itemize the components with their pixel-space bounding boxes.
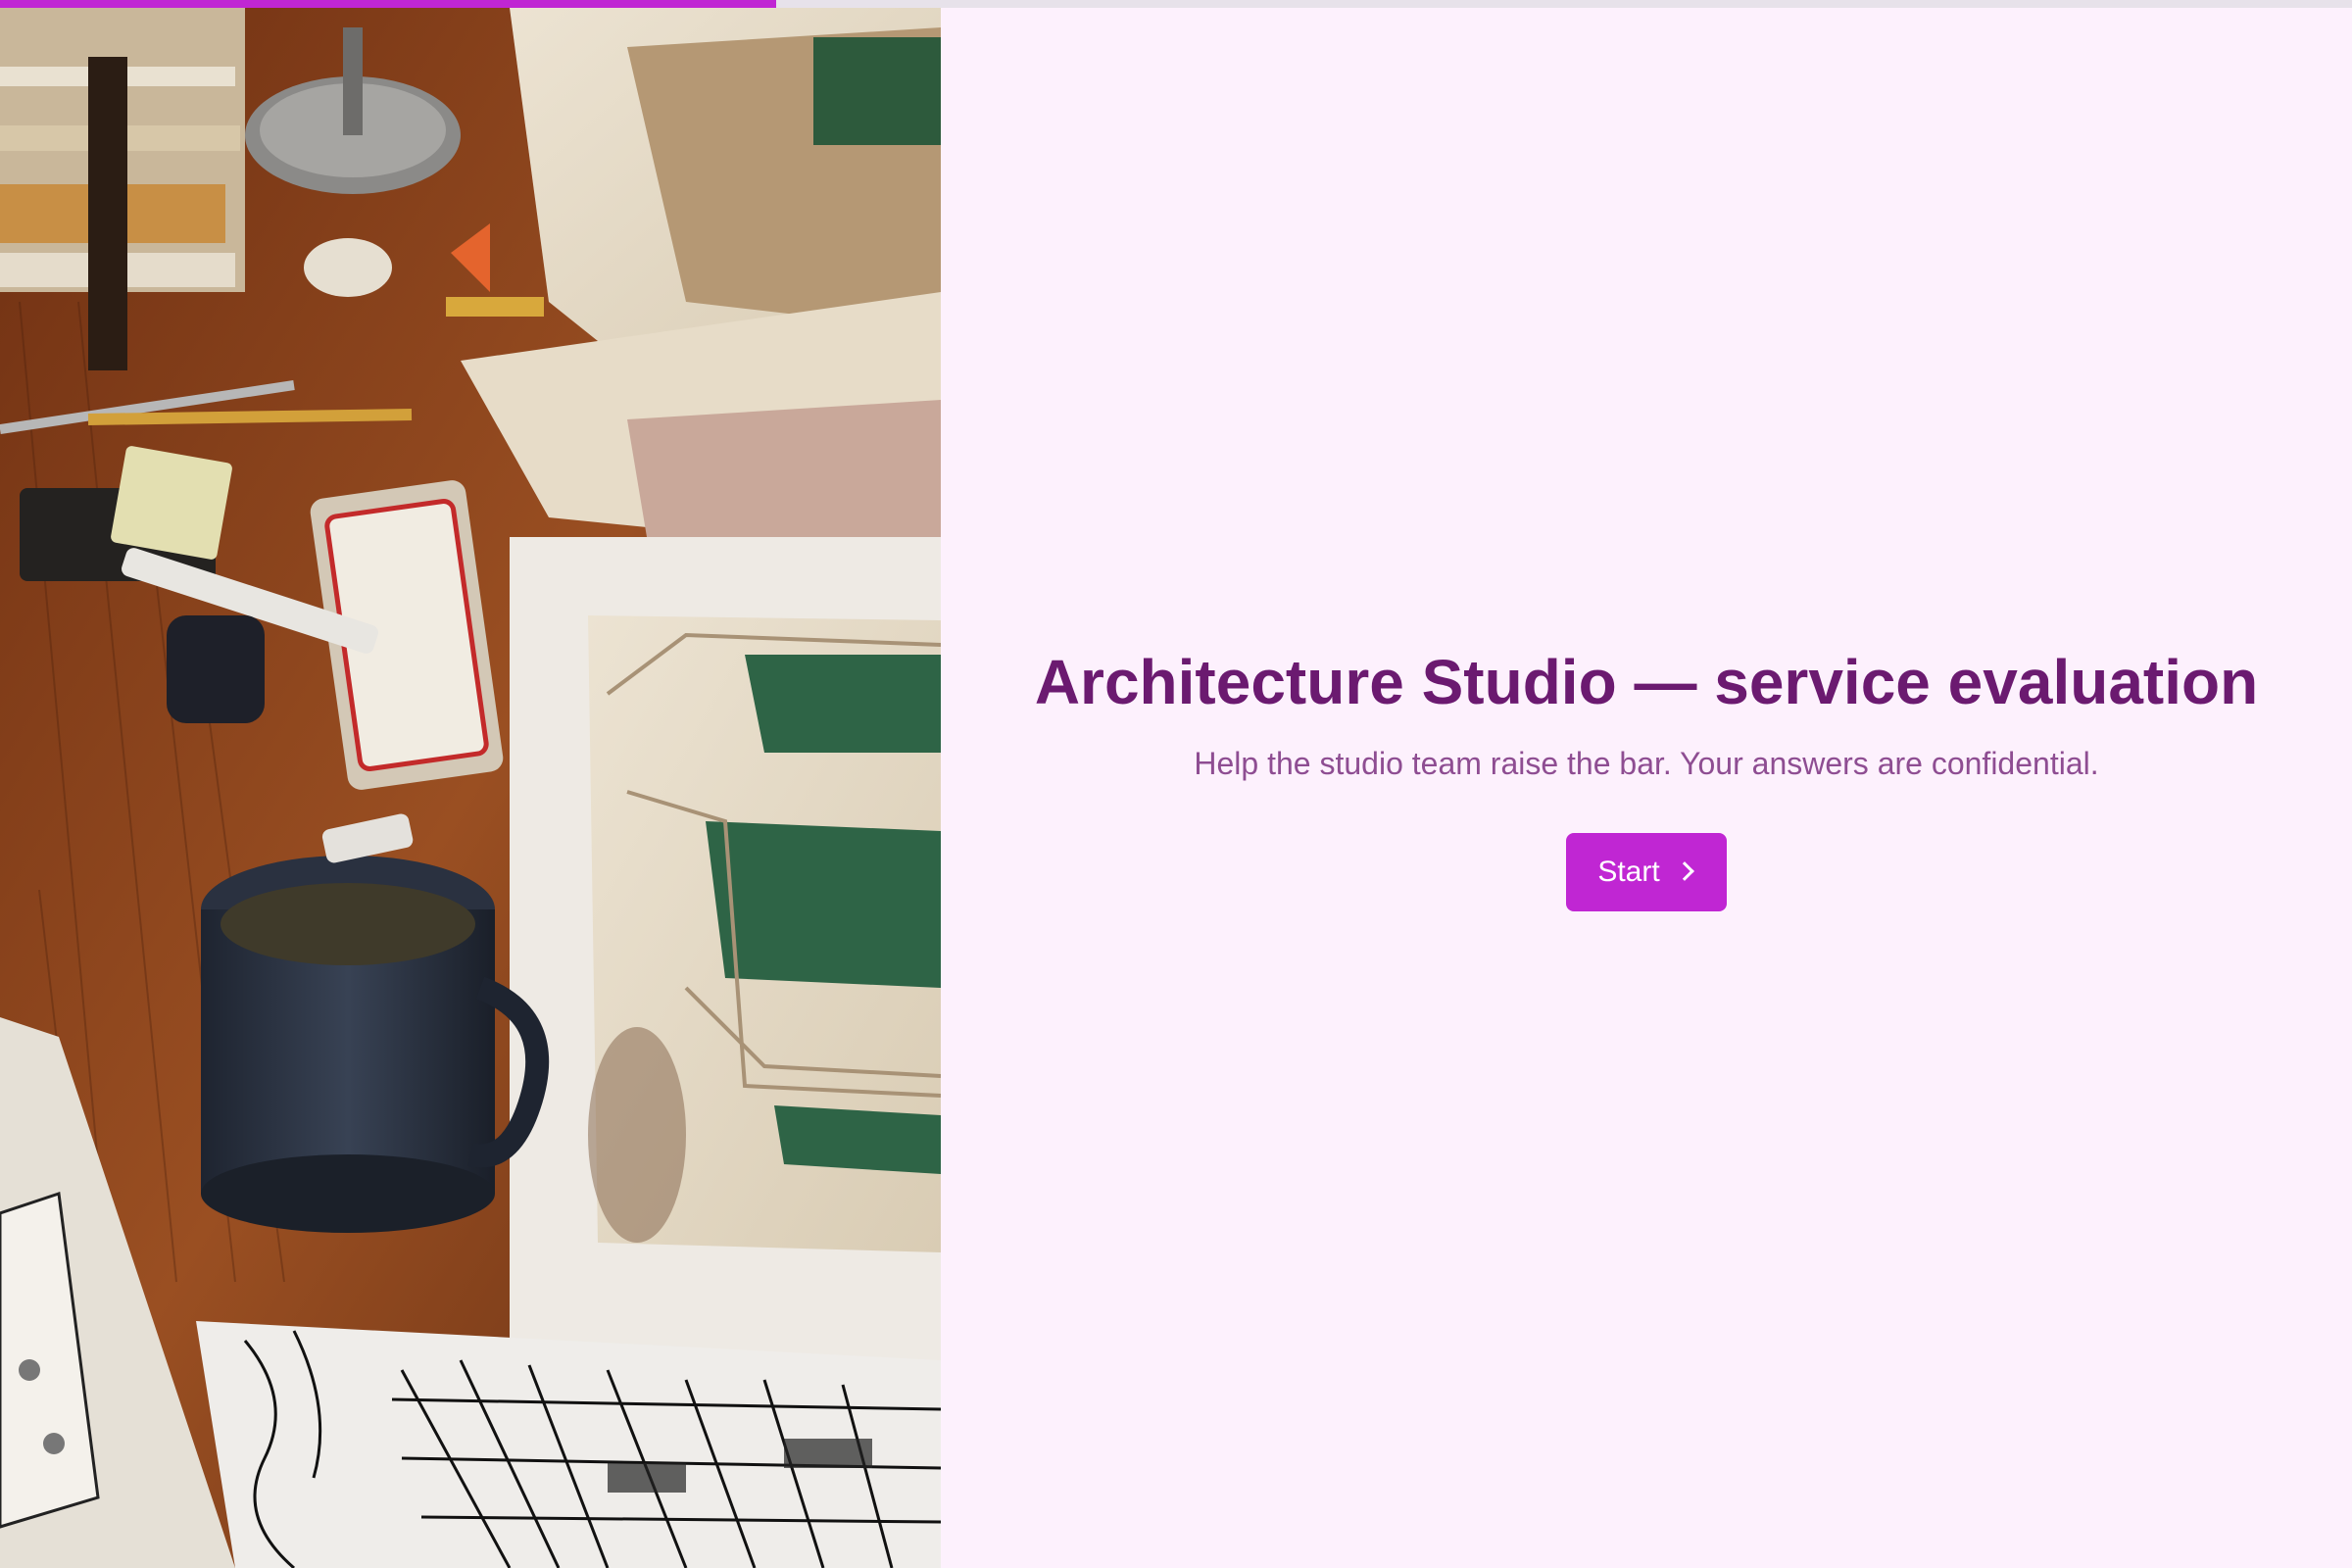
start-button-label: Start bbox=[1597, 856, 1660, 889]
page-subtitle: Help the studio team raise the bar. Your… bbox=[1194, 745, 2099, 781]
chevron-right-icon bbox=[1674, 861, 1694, 882]
progress-bar-fill bbox=[0, 0, 776, 8]
progress-bar bbox=[0, 0, 2352, 8]
welcome-screen: Architecture Studio — service evaluation… bbox=[941, 645, 2352, 912]
content-pane: Architecture Studio — service evaluation… bbox=[941, 8, 2352, 1568]
page-title: Architecture Studio — service evaluation bbox=[1034, 647, 2259, 717]
hero-image bbox=[0, 8, 941, 1568]
start-button[interactable]: Start bbox=[1566, 833, 1727, 912]
